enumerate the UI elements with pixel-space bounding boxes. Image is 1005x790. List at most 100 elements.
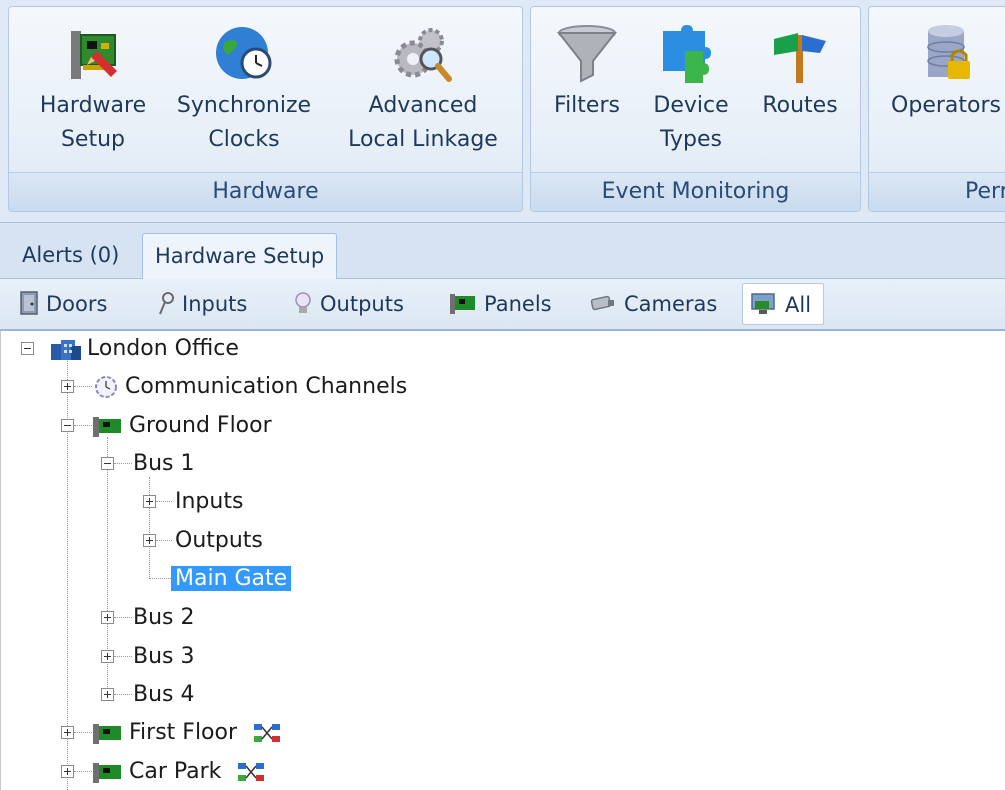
- advanced-local-linkage-button[interactable]: Advanced Local Linkage: [335, 13, 511, 157]
- expand-toggle[interactable]: [143, 495, 156, 508]
- tree-node-communication-channels[interactable]: Communication Channels: [91, 369, 411, 405]
- panel-board-icon: [93, 724, 121, 744]
- all-devices-icon: [751, 293, 775, 314]
- expand-toggle[interactable]: [61, 380, 74, 393]
- tree-node-bus-2[interactable]: Bus 2: [129, 600, 199, 636]
- tree-connector: [74, 386, 92, 387]
- tree-connector: [74, 771, 92, 772]
- expand-toggle[interactable]: [101, 688, 114, 701]
- routes-label: Routes: [762, 93, 838, 118]
- synchronize-clocks-button[interactable]: Synchronize Clocks: [169, 13, 319, 157]
- tree-connector: [74, 732, 92, 733]
- filter-doors-label: Doors: [46, 292, 108, 316]
- tab-alerts[interactable]: Alerts (0): [10, 233, 131, 278]
- tree-node-outputs[interactable]: Outputs: [171, 523, 267, 559]
- device-filter-toolbar: Doors Inputs Outputs Panels Cameras All: [0, 279, 1005, 331]
- expand-toggle[interactable]: [101, 611, 114, 624]
- ribbon-group-event-monitoring: Filters Device Types Routes Event Monito…: [530, 6, 861, 212]
- permissions-group-label: Perr: [869, 172, 1005, 211]
- document-tab-strip: Alerts (0) Hardware Setup: [0, 223, 1005, 279]
- ribbon-group-hardware: Hardware Setup Synchronize Clocks Advanc…: [8, 6, 523, 212]
- tree-connector: [156, 501, 172, 502]
- filter-outputs-label: Outputs: [320, 292, 404, 316]
- tree-node-label: Communication Channels: [125, 374, 408, 399]
- filter-cameras-label: Cameras: [624, 292, 718, 316]
- tree-node-ground-floor[interactable]: Ground Floor: [91, 408, 276, 444]
- site-building-icon: [51, 340, 81, 360]
- filter-panels-label: Panels: [484, 292, 552, 316]
- hardware-group-label: Hardware: [9, 172, 522, 211]
- tree-node-london-office[interactable]: London Office: [49, 331, 243, 367]
- tree-connector: [149, 477, 150, 579]
- funnel-icon: [556, 25, 618, 83]
- collapse-toggle[interactable]: [21, 342, 34, 355]
- input-probe-icon: [159, 292, 174, 315]
- filters-label: Filters: [554, 93, 620, 118]
- lightbulb-icon: [295, 292, 311, 313]
- door-icon: [20, 291, 38, 315]
- expand-toggle[interactable]: [143, 534, 156, 547]
- filter-all-button[interactable]: All: [742, 283, 824, 325]
- gears-magnifier-icon: [394, 28, 452, 82]
- circuit-board-icon: [71, 31, 117, 79]
- tree-node-label: London Office: [87, 336, 239, 361]
- tree-node-label: Outputs: [175, 528, 263, 553]
- tree-node-label: Bus 1: [133, 451, 195, 476]
- filter-doors-button[interactable]: Doors: [12, 283, 113, 325]
- hardware-setup-button[interactable]: Hardware Setup: [23, 13, 163, 157]
- tree-connector: [149, 578, 171, 579]
- expand-toggle[interactable]: [61, 726, 74, 739]
- communication-clock-icon: [95, 376, 117, 398]
- tree-node-bus-3[interactable]: Bus 3: [129, 639, 199, 675]
- tab-hardware-setup[interactable]: Hardware Setup: [142, 233, 338, 279]
- network-link-icon: [238, 763, 265, 781]
- filter-outputs-button[interactable]: Outputs: [286, 283, 410, 325]
- operators-label: Operators: [891, 93, 1001, 118]
- filter-all-label: All: [785, 293, 812, 317]
- signpost-icon: [774, 33, 826, 83]
- puzzle-pieces-icon: [663, 25, 711, 83]
- filter-inputs-button[interactable]: Inputs: [150, 283, 253, 325]
- tree-node-label: Bus 3: [133, 644, 195, 669]
- panel-board-icon: [93, 763, 121, 783]
- hardware-tree[interactable]: London Office Communication Channels Gro…: [0, 331, 1005, 790]
- network-link-icon: [254, 724, 281, 742]
- tree-node-label: Inputs: [175, 489, 244, 514]
- filters-button[interactable]: Filters: [545, 13, 629, 123]
- operators-button[interactable]: Operators: [881, 13, 1005, 123]
- expand-toggle[interactable]: [61, 765, 74, 778]
- tree-node-first-floor[interactable]: First Floor: [91, 715, 284, 751]
- tree-node-bus-4[interactable]: Bus 4: [129, 677, 199, 713]
- database-lock-icon: [927, 25, 970, 79]
- ribbon: Hardware Setup Synchronize Clocks Advanc…: [0, 0, 1005, 223]
- synchronize-clocks-label: Synchronize Clocks: [176, 93, 312, 152]
- tree-node-label: Bus 2: [133, 605, 195, 630]
- tree-node-label: Ground Floor: [129, 413, 272, 438]
- tree-node-main-gate[interactable]: Main Gate: [171, 561, 292, 597]
- tree-connector: [74, 425, 92, 426]
- tree-node-label-selected: Main Gate: [171, 566, 292, 591]
- routes-button[interactable]: Routes: [753, 13, 847, 123]
- device-types-label: Device Types: [653, 93, 729, 152]
- event-monitoring-group-label: Event Monitoring: [531, 172, 860, 211]
- collapse-toggle[interactable]: [61, 419, 74, 432]
- tree-node-car-park[interactable]: Car Park: [91, 754, 268, 790]
- hardware-setup-label: Hardware Setup: [39, 93, 147, 152]
- filter-cameras-button[interactable]: Cameras: [582, 283, 723, 325]
- tree-node-label: Car Park: [129, 759, 222, 784]
- filter-inputs-label: Inputs: [182, 292, 248, 316]
- tree-node-bus-1[interactable]: Bus 1: [129, 446, 199, 482]
- tree-node-inputs[interactable]: Inputs: [171, 484, 247, 520]
- camera-icon: [590, 295, 614, 311]
- filter-panels-button[interactable]: Panels: [442, 283, 558, 325]
- expand-toggle[interactable]: [101, 650, 114, 663]
- tree-connector: [156, 540, 172, 541]
- collapse-toggle[interactable]: [101, 457, 114, 470]
- tree-node-label: First Floor: [129, 720, 238, 745]
- ribbon-group-permissions: Operators Perr: [868, 6, 1005, 212]
- globe-clock-icon: [216, 27, 272, 79]
- panel-board-icon: [450, 294, 475, 314]
- device-types-button[interactable]: Device Types: [641, 13, 741, 157]
- panel-board-icon: [93, 417, 121, 437]
- advanced-local-linkage-label: Advanced Local Linkage: [348, 93, 498, 152]
